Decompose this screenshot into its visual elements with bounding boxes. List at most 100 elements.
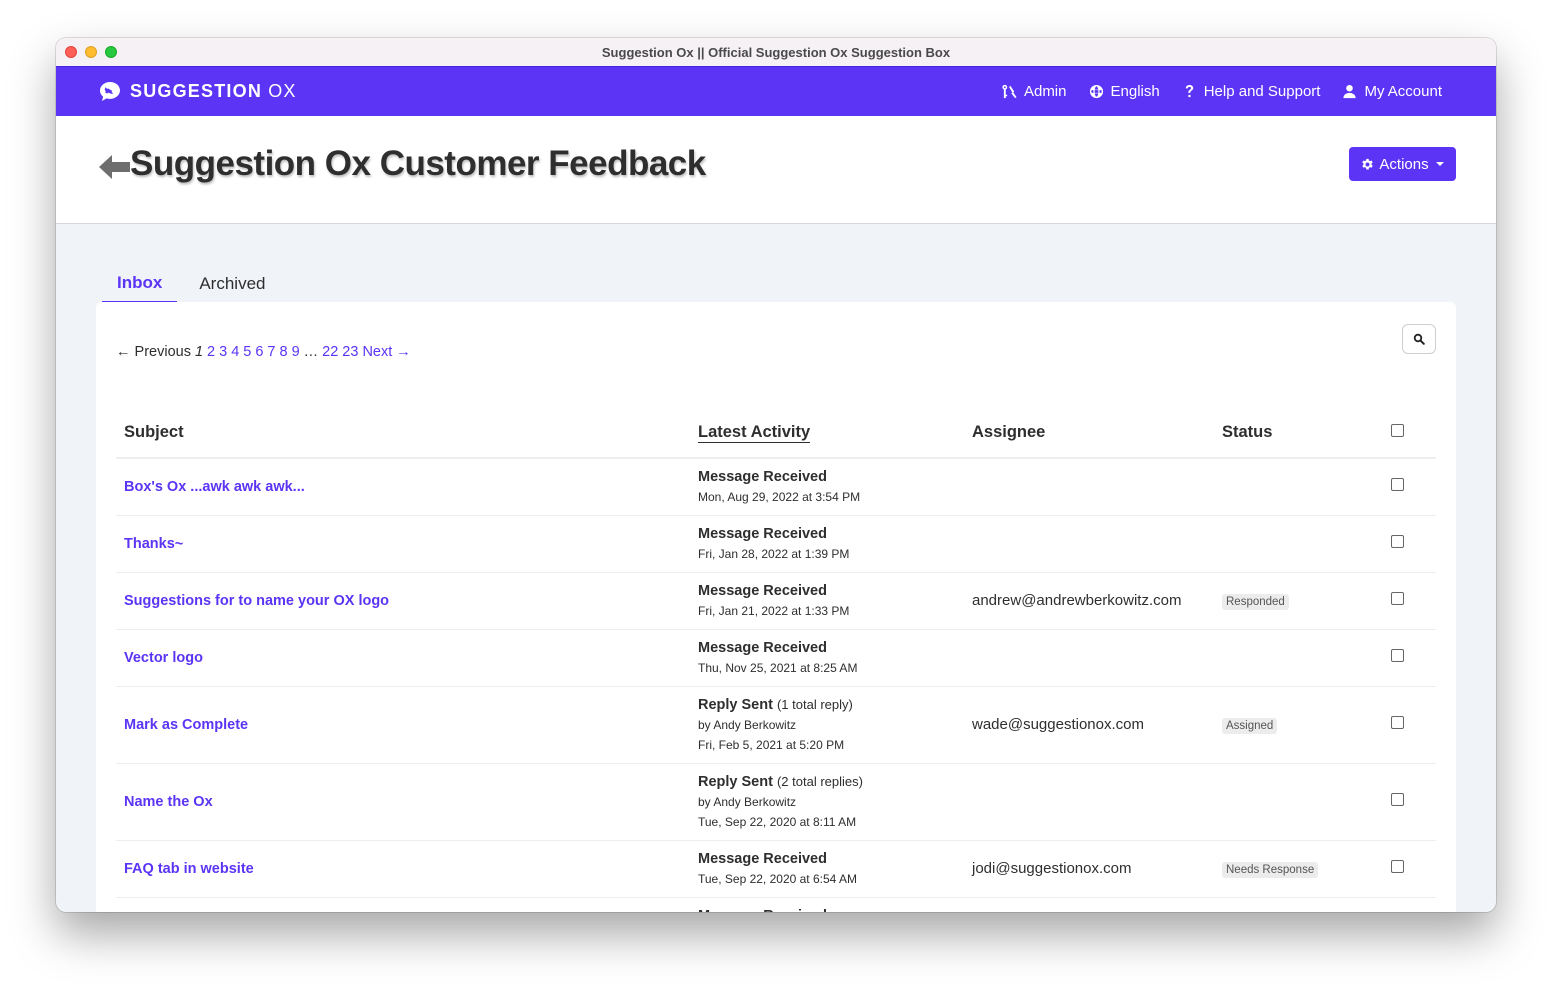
nav-language-label: English: [1110, 83, 1160, 100]
subject-link[interactable]: Vector logo: [124, 650, 203, 666]
brand-logo-link[interactable]: SUGGESTION OX: [98, 80, 297, 104]
table-header-row: Subject Latest Activity Assignee Status: [116, 408, 1436, 459]
activity-title: Message Received: [698, 906, 956, 913]
actions-dropdown-button[interactable]: Actions: [1349, 147, 1456, 181]
subject-cell: [116, 897, 690, 912]
column-assignee[interactable]: Assignee: [964, 408, 1214, 459]
minimize-window-button[interactable]: [85, 46, 97, 58]
nav-help[interactable]: Help and Support: [1182, 83, 1321, 100]
page-title-group: Suggestion Ox Customer Feedback: [98, 144, 706, 184]
pager-page-7[interactable]: 7: [267, 344, 275, 360]
assignee-cell: wade@suggestionox.com: [964, 686, 1214, 764]
pager-page-9[interactable]: 9: [292, 344, 300, 360]
status-cell: [1214, 458, 1358, 516]
activity-cell: Message Received Tue, Sep 22, 2020 at 6:…: [690, 840, 964, 898]
activity-cell: Reply Sent (1 total reply) by Andy Berko…: [690, 686, 964, 764]
select-all-checkbox[interactable]: [1390, 424, 1404, 437]
close-window-button[interactable]: [65, 46, 77, 58]
tab-archived[interactable]: Archived: [184, 264, 280, 304]
activity-note: (2 total replies): [776, 773, 863, 789]
page-title: Suggestion Ox Customer Feedback: [130, 144, 706, 183]
maximize-window-button[interactable]: [105, 46, 117, 58]
select-cell: [1358, 763, 1436, 841]
table-row[interactable]: Thanks~ Message Received Fri, Jan 28, 20…: [116, 515, 1436, 573]
select-cell: [1358, 686, 1436, 764]
subject-cell: Box's Ox ...awk awk awk...: [116, 458, 690, 516]
subject-cell: Vector logo: [116, 629, 690, 687]
nav-language[interactable]: English: [1089, 83, 1160, 100]
table-row[interactable]: Mark as Complete Reply Sent (1 total rep…: [116, 686, 1436, 764]
back-arrow-icon[interactable]: [98, 153, 130, 181]
activity-date: Fri, Jan 21, 2022 at 1:33 PM: [698, 603, 850, 618]
pager-page-5[interactable]: 5: [243, 344, 251, 360]
window-controls: [65, 46, 117, 58]
caret-down-icon: [1435, 162, 1444, 166]
subject-link[interactable]: FAQ tab in website: [124, 861, 254, 877]
activity-cell: Message Received Thu, Nov 25, 2021 at 8:…: [690, 629, 964, 687]
activity-type: Message Received: [698, 468, 827, 485]
pager-next[interactable]: Next →: [362, 344, 410, 360]
pager-page-8[interactable]: 8: [280, 344, 288, 360]
activity-type: Message Received: [698, 850, 827, 867]
row-checkbox[interactable]: [1390, 716, 1404, 729]
nav-links: Admin English Help and Support My Accoun…: [1002, 83, 1442, 100]
table-row[interactable]: Vector logo Message Received Thu, Nov 25…: [116, 629, 1436, 687]
subject-link[interactable]: Suggestions for to name your OX logo: [124, 593, 389, 609]
pagination: ← Previous 1 2 3 4 5 6 7 8 9 … 22 23 Nex…: [116, 344, 411, 360]
subject-link[interactable]: Name the Ox: [124, 794, 213, 810]
table-row[interactable]: Box's Ox ...awk awk awk... Message Recei…: [116, 458, 1436, 516]
row-checkbox[interactable]: [1390, 478, 1404, 492]
activity-note: (1 total reply): [776, 696, 853, 712]
subject-link[interactable]: Mark as Complete: [124, 717, 248, 733]
assignee-cell: jodi@suggestionox.com: [964, 840, 1214, 898]
pager-page-2[interactable]: 2: [207, 344, 215, 360]
brand-name-light: OX: [268, 81, 297, 101]
nav-my-account[interactable]: My Account: [1342, 83, 1442, 100]
subject-cell: Name the Ox: [116, 763, 690, 841]
nav-my-account-label: My Account: [1364, 83, 1442, 100]
status-badge: Assigned: [1222, 717, 1278, 734]
nav-admin[interactable]: Admin: [1002, 83, 1067, 100]
nav-help-label: Help and Support: [1203, 83, 1321, 100]
pager-page-22[interactable]: 22: [322, 344, 338, 360]
table-row[interactable]: FAQ tab in website Message Received Tue,…: [116, 840, 1436, 898]
row-checkbox[interactable]: [1390, 860, 1404, 873]
activity-title: Message Received: [698, 581, 956, 601]
row-checkbox[interactable]: [1390, 535, 1404, 548]
table-row[interactable]: Message Received: [116, 897, 1436, 913]
globe-icon: [1089, 84, 1103, 99]
column-subject[interactable]: Subject: [116, 408, 690, 459]
activity-date: Fri, Feb 5, 2021 at 5:20 PM: [698, 737, 845, 752]
activity-title: Reply Sent (1 total reply): [698, 695, 956, 715]
table-row[interactable]: Suggestions for to name your OX logo Mes…: [116, 572, 1436, 630]
tab-inbox[interactable]: Inbox: [102, 264, 178, 304]
column-status[interactable]: Status: [1214, 408, 1358, 459]
row-checkbox[interactable]: [1390, 649, 1404, 662]
activity-cell: Message Received Fri, Jan 28, 2022 at 1:…: [690, 515, 964, 573]
table-row[interactable]: Name the Ox Reply Sent (2 total replies)…: [116, 763, 1436, 841]
mailbox-tabs: Inbox Archived: [102, 264, 280, 304]
activity-date: Tue, Sep 22, 2020 at 8:11 AM: [698, 814, 857, 829]
window-title: Suggestion Ox || Official Suggestion Ox …: [601, 44, 951, 60]
activity-type: Message Received: [698, 525, 827, 542]
activity-cell: Message Received Mon, Aug 29, 2022 at 3:…: [690, 458, 964, 516]
pager-page-23[interactable]: 23: [342, 344, 358, 360]
row-checkbox[interactable]: [1390, 793, 1404, 806]
search-button[interactable]: [1402, 324, 1436, 354]
activity-cell: Message Received: [690, 897, 964, 913]
assignee-cell: [964, 763, 1214, 841]
activity-type: Message Received: [698, 582, 827, 599]
activity-title: Message Received: [698, 524, 956, 544]
nav-admin-label: Admin: [1023, 83, 1067, 100]
pager-page-6[interactable]: 6: [255, 344, 263, 360]
pager-page-3[interactable]: 3: [219, 344, 227, 360]
subject-link[interactable]: Box's Ox ...awk awk awk...: [124, 479, 305, 495]
status-cell: [1214, 897, 1358, 912]
row-checkbox[interactable]: [1390, 592, 1404, 605]
pager-page-4[interactable]: 4: [231, 344, 239, 360]
actions-label: Actions: [1379, 155, 1429, 173]
activity-date: Thu, Nov 25, 2021 at 8:25 AM: [698, 660, 858, 675]
column-latest-activity[interactable]: Latest Activity: [690, 408, 964, 459]
admin-key-icon: [1002, 84, 1017, 99]
subject-link[interactable]: Thanks~: [124, 536, 183, 552]
